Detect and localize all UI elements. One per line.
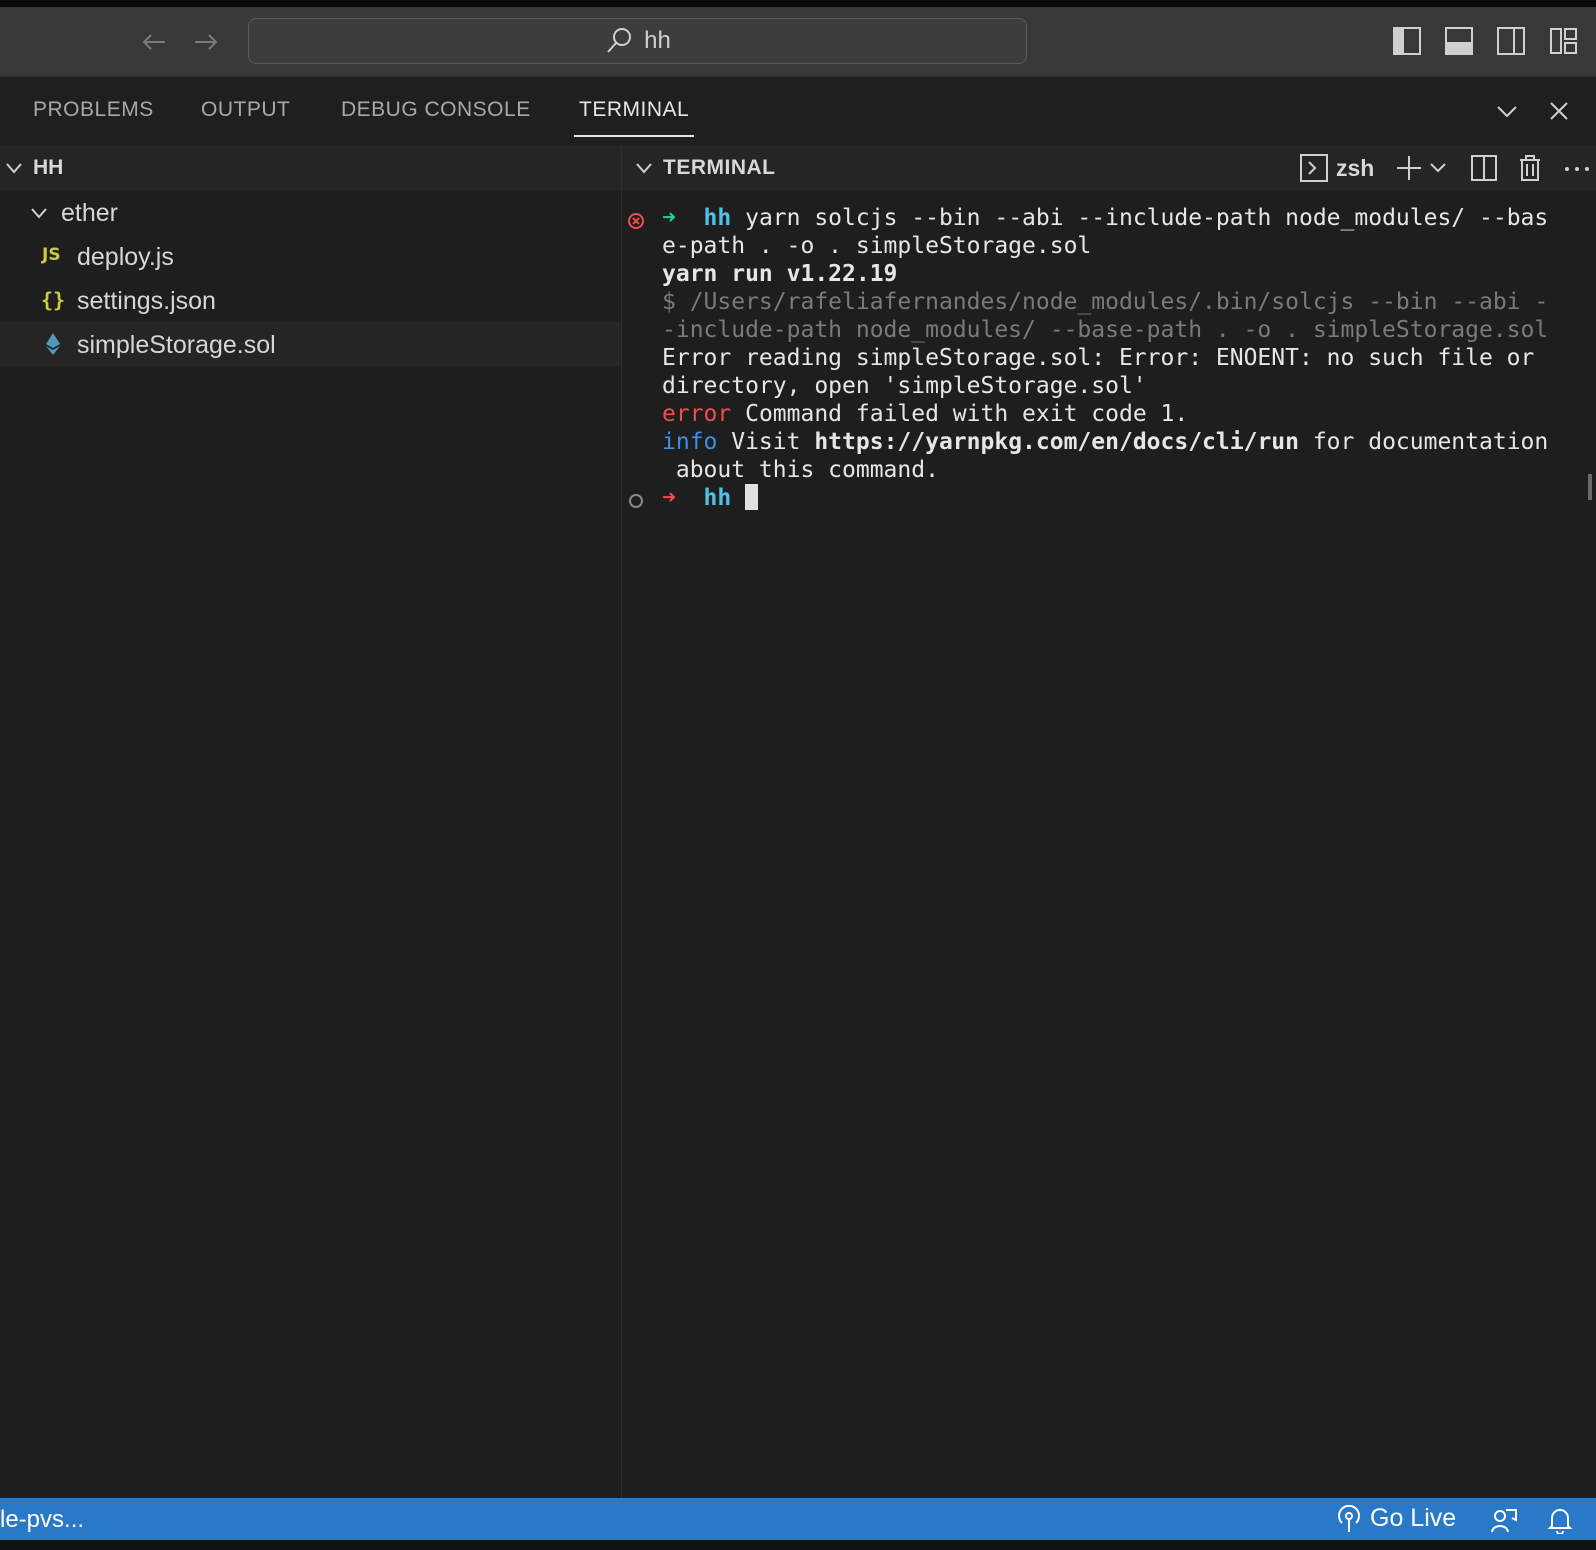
terminal-pane: TERMINAL zsh ➜ hh yarn solcjs --bin --ab…	[622, 146, 1596, 1498]
chevron-down-icon	[6, 163, 22, 174]
prompt-directory: hh	[703, 485, 732, 511]
customize-layout-icon[interactable]	[1549, 26, 1579, 56]
terminal-line: yarn run v1.22.19	[662, 261, 898, 287]
terminal-line: $ /Users/rafeliafernandes/node_modules/.…	[662, 289, 1549, 315]
accounts-feedback-icon[interactable]	[1490, 1506, 1518, 1534]
error-tag: error	[662, 401, 732, 427]
tab-output[interactable]: OUTPUT	[201, 98, 290, 122]
prompt-directory: hh	[703, 205, 732, 231]
error-message: Command failed with exit code 1.	[731, 401, 1189, 427]
active-tab-indicator	[574, 135, 694, 137]
tab-terminal[interactable]: TERMINAL	[579, 98, 689, 122]
docs-link[interactable]: https://yarnpkg.com/en/docs/cli/run	[814, 429, 1299, 455]
explorer-section-title: HH	[33, 156, 64, 179]
terminal-line: ➜ hh yarn solcjs --bin --abi --include-p…	[662, 204, 1592, 232]
terminal-section-title: TERMINAL	[663, 156, 776, 179]
plus-icon[interactable]	[1394, 154, 1424, 182]
terminal-icon	[1300, 154, 1328, 182]
folder-label: ether	[61, 199, 118, 227]
trash-icon[interactable]	[1515, 154, 1545, 182]
bell-icon[interactable]	[1546, 1506, 1574, 1534]
terminal-cursor	[745, 484, 759, 510]
json-file-icon: {}	[41, 288, 66, 312]
folder-ether[interactable]: ether	[0, 190, 621, 234]
solidity-file-icon	[46, 333, 60, 355]
close-icon[interactable]	[1545, 97, 1573, 125]
javascript-file-icon: JS	[42, 245, 61, 265]
terminal-shell-name[interactable]: zsh	[1336, 155, 1374, 182]
explorer-pane: HH ether JS deploy.js {} settings.json s…	[0, 146, 622, 1498]
desktop-background-strip	[0, 1540, 1596, 1550]
arrow-right-icon[interactable]	[191, 27, 221, 57]
arrow-left-icon[interactable]	[139, 27, 169, 57]
toggle-secondary-sidebar-icon[interactable]	[1496, 26, 1526, 56]
tab-debug-console[interactable]: DEBUG CONSOLE	[341, 98, 531, 122]
search-text: hh	[644, 27, 671, 54]
prompt-arrow-icon: ➜	[662, 205, 704, 231]
terminal-output[interactable]: ➜ hh yarn solcjs --bin --abi --include-p…	[662, 204, 1592, 512]
command-pending-icon[interactable]	[627, 492, 645, 510]
terminal-line: about this command.	[662, 457, 939, 483]
title-bar: hh	[0, 7, 1596, 77]
window-top-border	[0, 0, 1596, 7]
terminal-line: ➜ hh	[662, 484, 1592, 512]
file-simplestorage-sol[interactable]: simpleStorage.sol	[0, 322, 621, 366]
tab-problems[interactable]: PROBLEMS	[33, 98, 154, 122]
info-tag: info	[662, 429, 718, 455]
broadcast-icon	[1338, 1504, 1360, 1532]
search-icon	[607, 28, 632, 53]
status-item-left[interactable]: le-pvs...	[0, 1506, 84, 1534]
file-label: settings.json	[77, 287, 216, 315]
more-actions-icon[interactable]	[1562, 154, 1592, 182]
terminal-scrollbar[interactable]	[1588, 474, 1592, 500]
go-live-button[interactable]: Go Live	[1336, 1504, 1456, 1533]
command-text: yarn solcjs --bin --abi --include-path n…	[731, 205, 1549, 231]
terminal-line: Error reading simpleStorage.sol: Error: …	[662, 345, 1535, 371]
chevron-down-icon	[31, 208, 47, 219]
terminal-line: info Visit https://yarnpkg.com/en/docs/c…	[662, 428, 1592, 456]
split-terminal-icon[interactable]	[1469, 154, 1499, 182]
terminal-line: error Command failed with exit code 1.	[662, 400, 1592, 428]
status-bar: le-pvs... Go Live	[0, 1498, 1596, 1540]
file-deploy-js[interactable]: JS deploy.js	[0, 234, 621, 278]
terminal-section-header: TERMINAL zsh	[622, 146, 1596, 190]
command-center-search[interactable]: hh	[248, 18, 1027, 64]
toggle-panel-icon[interactable]	[1444, 26, 1474, 56]
file-label: deploy.js	[77, 243, 174, 271]
panel-tab-bar: PROBLEMS OUTPUT DEBUG CONSOLE TERMINAL	[0, 77, 1596, 145]
prompt-arrow-icon: ➜	[662, 485, 704, 511]
toggle-primary-sidebar-icon[interactable]	[1392, 26, 1422, 56]
chevron-down-icon[interactable]	[1493, 97, 1521, 125]
info-text: Visit	[717, 429, 815, 455]
terminal-line: e-path . -o . simpleStorage.sol	[662, 233, 1092, 259]
file-settings-json[interactable]: {} settings.json	[0, 278, 621, 322]
info-text: for documentation	[1298, 429, 1549, 455]
go-live-label: Go Live	[1370, 1504, 1457, 1532]
file-label: simpleStorage.sol	[77, 331, 276, 359]
chevron-down-icon[interactable]	[634, 158, 654, 178]
terminal-line: -include-path node_modules/ --base-path …	[662, 317, 1549, 343]
explorer-section-header[interactable]: HH	[0, 146, 621, 190]
terminal-line: directory, open 'simpleStorage.sol'	[662, 373, 1147, 399]
command-failed-icon[interactable]	[627, 212, 645, 230]
chevron-down-icon[interactable]	[1428, 154, 1448, 182]
